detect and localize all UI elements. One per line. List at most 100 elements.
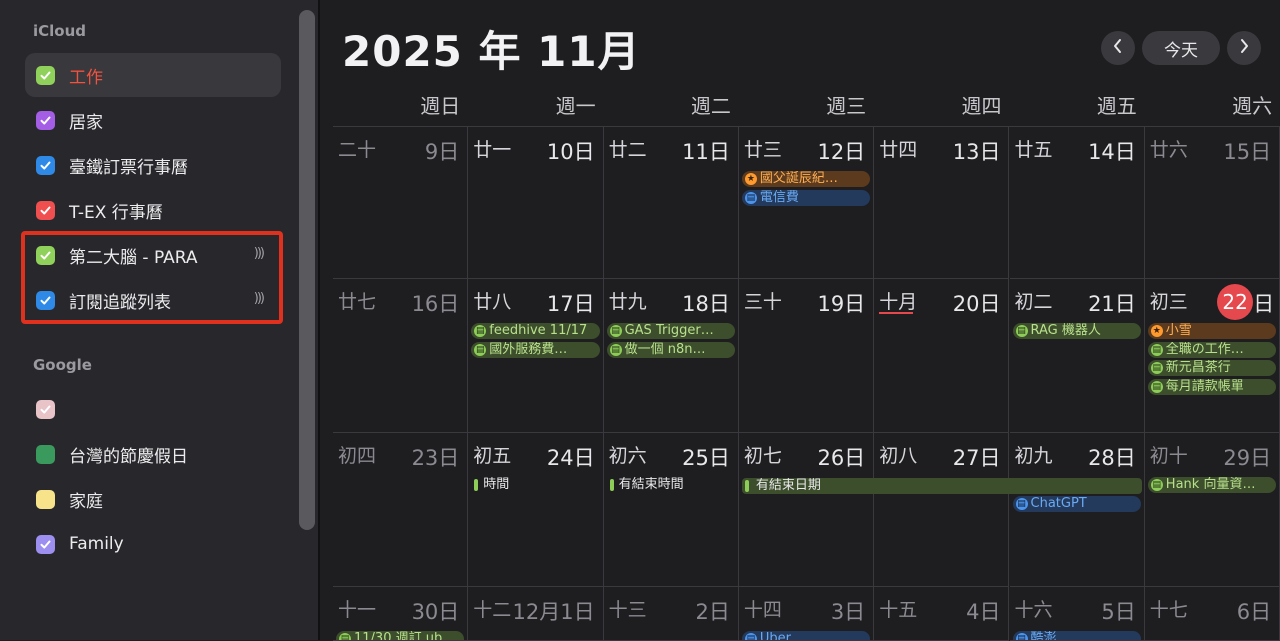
day-cell[interactable]: 廿三 12日 ★ 國父誕辰紀… ▤ 電信費 <box>738 127 875 279</box>
lunar-date: 十三 <box>608 599 647 621</box>
calendar-checkbox[interactable] <box>36 110 55 130</box>
calendar-item[interactable]: 居家 <box>25 98 281 142</box>
calendar-item[interactable]: Family <box>25 522 281 566</box>
calendar-event[interactable]: 有結束時間 <box>607 477 735 493</box>
sidebar: iCloud 工作 居家 臺鐵訂票行事曆 T-EX 行事曆 第二大腦 - PARA)))… <box>0 0 318 640</box>
lunar-date: 十月 <box>879 291 918 313</box>
day-cell[interactable]: 二十 9日 <box>333 127 469 279</box>
calendar-app: iCloud 工作 居家 臺鐵訂票行事曆 T-EX 行事曆 第二大腦 - PARA)))… <box>0 0 1280 641</box>
day-cell[interactable]: 廿二 11日 <box>603 127 739 279</box>
day-cell[interactable]: 十四 3日 ▤ Uber <box>738 587 875 641</box>
prev-month-button[interactable] <box>1101 31 1135 65</box>
day-number: 5日 <box>1101 600 1136 624</box>
weekday-label: 週六 <box>1232 94 1273 118</box>
day-cell[interactable]: 廿四 13日 <box>874 127 1010 279</box>
chevron-right-icon <box>1238 38 1250 59</box>
day-cell[interactable]: 十六 5日 ▤ 酷澎 <box>1009 587 1145 641</box>
calendar-checkbox[interactable] <box>36 155 55 175</box>
calendar-event[interactable]: ▤ 每月請款帳單 <box>1147 378 1277 395</box>
day-number: 3日 <box>830 600 866 624</box>
day-number: 27日 <box>952 446 1001 470</box>
lunar-date: 初二 <box>1014 291 1053 313</box>
day-number: 14日 <box>1088 140 1136 164</box>
lunar-date: 廿二 <box>608 139 647 161</box>
calendar-checkbox[interactable] <box>36 534 55 554</box>
calendar-event[interactable]: ▤ RAG 機器人 <box>1012 323 1141 339</box>
calendar-event[interactable]: ▤ feedhive 11/17 <box>471 323 600 339</box>
event-title: 做一個 n8n… <box>624 341 706 357</box>
day-cell[interactable]: 廿九 18日 ▤ GAS Trigger… ▤ 做一個 n8n… <box>603 279 739 433</box>
day-cell[interactable]: 初二 21日 ▤ RAG 機器人 <box>1009 279 1145 433</box>
calendar-item[interactable]: 家庭 <box>25 477 281 521</box>
day-cell[interactable]: 十三 2日 <box>603 587 739 641</box>
calendar-label: 工作 <box>69 67 103 88</box>
event-title: 電信費 <box>759 189 799 205</box>
calendar-event[interactable]: ▤ 全職の工作… <box>1147 341 1277 358</box>
lunar-date: 十二 <box>473 599 512 621</box>
calendar-event[interactable]: ▤ 做一個 n8n… <box>606 341 735 358</box>
calendar-checkbox[interactable] <box>36 489 55 509</box>
event-title: 全職の工作… <box>1165 341 1244 357</box>
day-cell[interactable]: 廿七 16日 <box>333 279 469 433</box>
calendar-event[interactable]: ▤ 新元昌茶行 <box>1147 360 1277 376</box>
calendar-event[interactable]: ▤ 國外服務費… <box>471 341 600 358</box>
day-cell[interactable]: 初九 28日 ▤ ChatGPT <box>1009 433 1145 587</box>
lunar-date: 廿五 <box>1014 139 1053 161</box>
day-cell[interactable]: 初七 26日 <box>738 433 875 587</box>
calendar-event[interactable]: ▤ ChatGPT <box>1012 495 1141 512</box>
calendar-icon: ▤ <box>474 343 487 356</box>
calendar-event[interactable]: ▤ Hank 向量資… <box>1147 477 1277 493</box>
day-cell[interactable]: 十七 6日 <box>1144 587 1280 641</box>
calendar-checkbox[interactable] <box>36 444 55 464</box>
day-cell[interactable]: 廿一 10日 <box>468 127 604 279</box>
event-title: 國父誕辰紀… <box>759 171 838 186</box>
calendar-event[interactable]: ★ 國父誕辰紀… <box>741 171 871 187</box>
calendar-event[interactable]: ★ 小雪 <box>1147 323 1277 339</box>
day-cell[interactable]: 初四 23日 <box>333 433 469 587</box>
day-cell[interactable]: 初三 22 日 ★ 小雪 ▤ 全職の工作… ▤ 新元昌茶行 ▤ 每月請款帳單 <box>1144 279 1280 433</box>
day-cell[interactable]: 初六 25日 有結束時間 <box>603 433 739 587</box>
calendar-label: Family <box>69 534 124 554</box>
lunar-date: 十四 <box>743 599 782 621</box>
day-cell[interactable]: 十五 4日 <box>874 587 1010 641</box>
sidebar-scrollbar[interactable] <box>299 10 315 530</box>
day-cell[interactable]: 初五 24日 時間 <box>468 433 604 587</box>
lunar-date: 廿三 <box>743 139 782 161</box>
today-button[interactable]: 今天 <box>1142 31 1220 65</box>
day-cell[interactable]: 十二 12月1日 <box>468 587 604 641</box>
day-cell[interactable]: 初十 29日 ▤ Hank 向量資… <box>1144 433 1280 587</box>
day-number: 12日 <box>817 140 866 164</box>
calendar-icon: ▤ <box>609 343 622 356</box>
day-number: 19日 <box>817 292 866 316</box>
calendar-item[interactable] <box>25 387 281 431</box>
event-title: 每月請款帳單 <box>1165 378 1244 394</box>
day-cell[interactable]: 廿五 14日 <box>1009 127 1145 279</box>
day-number: 12月1日 <box>512 600 595 624</box>
calendar-event[interactable]: ▤ GAS Trigger… <box>606 323 735 339</box>
day-cell[interactable]: 十一 30日 ▤ 11/30 週訂 ub… <box>333 587 469 641</box>
day-cell[interactable]: 廿六 15日 <box>1144 127 1280 279</box>
calendar-item[interactable]: 台灣的節慶假日 <box>25 432 281 476</box>
lunar-date: 初五 <box>473 445 512 467</box>
calendar-item[interactable]: 臺鐵訂票行事曆 <box>25 143 281 187</box>
next-month-button[interactable] <box>1227 31 1261 65</box>
day-number: 9日 <box>424 140 460 164</box>
calendar-event[interactable]: ▤ 電信費 <box>741 189 871 206</box>
day-cell[interactable]: 初八 27日 <box>874 433 1010 587</box>
calendar-checkbox[interactable] <box>36 200 55 220</box>
calendar-checkbox[interactable] <box>36 399 55 419</box>
day-number: 13日 <box>952 140 1001 164</box>
day-cell[interactable]: 廿八 17日 ▤ feedhive 11/17 ▤ 國外服務費… <box>468 279 604 433</box>
event-title: 國外服務費… <box>489 341 568 357</box>
calendar-item[interactable]: 工作 <box>25 53 281 97</box>
day-number: 28日 <box>1088 446 1136 470</box>
day-cell[interactable]: 十月 20日 <box>874 279 1010 433</box>
day-cell[interactable]: 三十 19日 <box>738 279 875 433</box>
calendar-icon: ▤ <box>1015 325 1028 337</box>
calendar-event[interactable]: 時間 <box>471 477 599 493</box>
calendar-item[interactable]: T-EX 行事曆 <box>25 188 281 232</box>
day-number: 2日 <box>695 600 730 624</box>
multi-day-event[interactable]: 有結束日期 <box>741 478 1142 494</box>
event-title: ChatGPT <box>1030 495 1087 511</box>
calendar-checkbox[interactable] <box>36 65 55 85</box>
